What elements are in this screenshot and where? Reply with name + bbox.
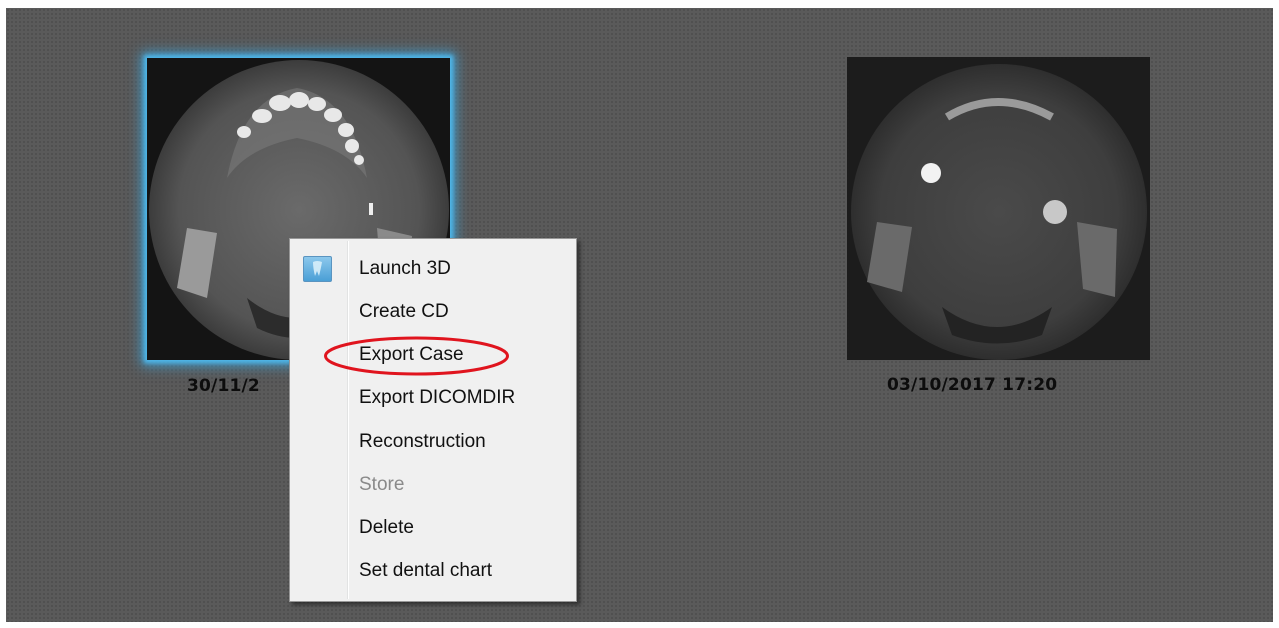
menu-item-store: Store [359, 474, 405, 495]
menu-item-reconstruction[interactable]: Reconstruction [359, 427, 486, 457]
study-date-label: 30/11/2 [187, 376, 260, 396]
study-date-label: 03/10/2017 17:20 [887, 375, 1058, 395]
menu-item-export-case[interactable]: Export Case [359, 340, 464, 370]
menu-item-delete[interactable]: Delete [359, 513, 414, 543]
menu-item-export-dicomdir[interactable]: Export DICOMDIR [359, 383, 515, 413]
menu-item-set-dental-chart[interactable]: Set dental chart [359, 556, 492, 586]
menu-item-create-cd[interactable]: Create CD [359, 297, 449, 327]
menu-separator [347, 241, 349, 599]
ct-scan-image[interactable] [847, 57, 1150, 360]
context-menu: Launch 3D Create CD Export Case Export D… [289, 238, 577, 602]
menu-item-launch-3d[interactable]: Launch 3D [359, 254, 451, 284]
3d-tooth-app-icon [303, 256, 332, 282]
